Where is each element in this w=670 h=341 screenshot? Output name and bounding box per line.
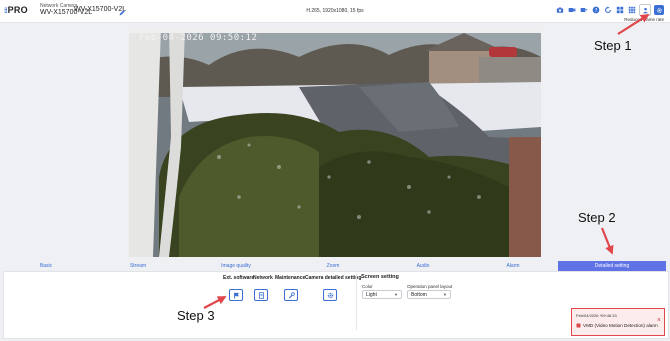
tab-alarm[interactable]: Alarm [467,261,559,271]
live-video-view[interactable]: Feb-04-2026 09:50:12 [129,27,541,257]
close-icon[interactable]: × [657,317,661,324]
tab-audio[interactable]: Audio [377,261,469,271]
help-icon[interactable]: ? [591,6,600,15]
panel-divider [356,274,357,330]
layout-label: Operation panel layout [407,284,453,289]
alarm-time: Feb/04/2026 *09:46:33 [576,313,617,318]
tab-detailed-setting[interactable]: Detailed setting [558,261,666,271]
step-3-annotation: Step 3 [177,308,215,323]
reduced-frame-rate-label: Reduced frame rate [624,17,664,22]
screen-setting-heading: Screen setting [361,274,399,280]
document-icon [258,291,264,299]
network-button[interactable] [254,289,268,301]
settings-tabs: Basic Stream Image quality Zoom Audio Al… [0,261,670,271]
top-bar: ⁞⁞PRO Network Camera WV-X15700-V2L WV-X1… [0,0,670,23]
ext-software-heading: Ext. software [223,275,255,281]
gear-icon[interactable] [654,5,664,15]
video-icon[interactable] [567,6,576,15]
chevron-down-icon: ▼ [394,292,398,297]
grid9-icon[interactable] [627,6,636,15]
person-icon[interactable] [639,4,651,16]
toolbar-icons: ? [555,4,664,16]
step-1-annotation: Step 1 [594,38,632,53]
color-label: Color [362,284,373,289]
video-timestamp: Feb-04-2026 09:50:12 [139,33,258,43]
alarm-text: VMD (Video Motion Detection) alarm [583,323,658,328]
alarm-message: VMD (Video Motion Detection) alarm [576,323,658,328]
stream-icon[interactable] [579,6,588,15]
layout-select[interactable]: Bottom ▼ [407,290,451,299]
camera-detailed-setting-button[interactable] [323,289,337,301]
maintenance-button[interactable] [284,289,298,301]
tab-basic[interactable]: Basic [0,261,92,271]
step-2-annotation: Step 2 [578,210,616,225]
color-select[interactable]: Light ▼ [362,290,402,299]
camera-detailed-setting-heading: Camera detailed setting [305,275,362,281]
refresh-icon[interactable] [603,6,612,15]
chevron-down-icon: ▼ [443,292,447,297]
ext-software-button[interactable] [229,289,243,301]
tab-image-quality[interactable]: Image quality [190,261,282,271]
wrench-icon [288,291,295,298]
grid4-icon[interactable] [615,6,624,15]
camera-icon[interactable] [555,6,564,15]
alarm-notification[interactable]: Feb/04/2026 *09:46:33 VMD (Video Motion … [571,308,665,336]
layout-select-value: Bottom [411,291,427,298]
gear-icon [327,292,333,298]
maintenance-heading: Maintenance [275,275,306,281]
color-select-value: Light [366,291,377,298]
tab-zoom[interactable]: Zoom [287,261,379,271]
detailed-setting-panel: Ext. software Network Maintenance Camera… [3,271,669,339]
camera-scene-image [129,27,541,257]
step-2-arrow [600,227,614,255]
alarm-icon [576,323,581,328]
tab-stream[interactable]: Stream [92,261,184,271]
network-heading: Network [253,275,273,281]
flag-icon [233,292,239,299]
